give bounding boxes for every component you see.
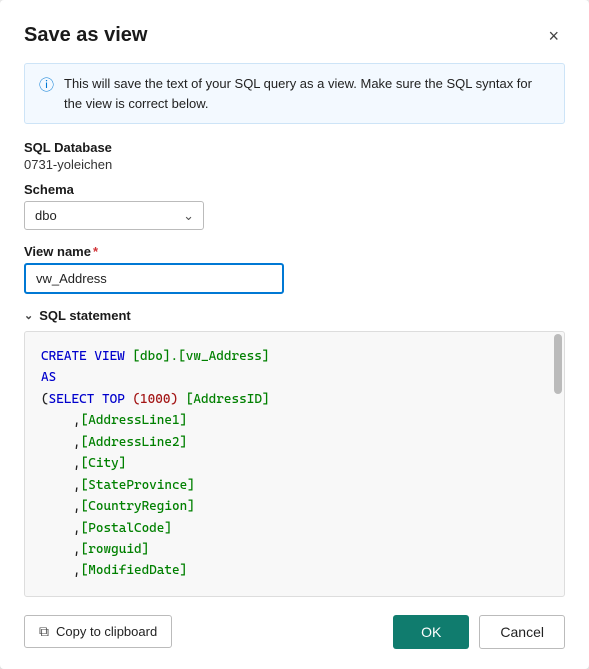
ident-addressid: [AddressID] bbox=[186, 392, 270, 407]
copy-label: Copy to clipboard bbox=[56, 624, 157, 639]
sql-line-9: ,[PostalCode] bbox=[41, 518, 548, 539]
sql-line-3: (SELECT TOP (1000) [AddressID] bbox=[41, 389, 548, 410]
sql-code-box: CREATE VIEW [dbo].[vw_Address] AS (SELEC… bbox=[24, 331, 565, 597]
ok-button[interactable]: OK bbox=[393, 615, 469, 649]
scrollbar[interactable] bbox=[554, 334, 562, 394]
sql-line-8: ,[CountryRegion] bbox=[41, 496, 548, 517]
info-text: This will save the text of your SQL quer… bbox=[64, 74, 550, 113]
dialog-title: Save as view bbox=[24, 24, 147, 47]
required-star: * bbox=[93, 244, 98, 259]
schema-select-wrapper: dbo guest sys ⌄ bbox=[24, 201, 204, 230]
keyword-as: AS bbox=[41, 370, 56, 385]
db-label: SQL Database bbox=[24, 140, 565, 155]
dialog-footer: ⧉ Copy to clipboard OK Cancel bbox=[24, 615, 565, 649]
paren-open: ( bbox=[41, 392, 49, 407]
sql-line-4: ,[AddressLine1] bbox=[41, 410, 548, 431]
comma-1: , bbox=[73, 413, 81, 428]
view-name-input[interactable] bbox=[24, 263, 284, 294]
keyword-view: VIEW bbox=[94, 349, 124, 364]
comma-7: , bbox=[73, 542, 81, 557]
info-box: ⓘ This will save the text of your SQL qu… bbox=[24, 63, 565, 124]
info-icon: ⓘ bbox=[39, 75, 54, 98]
schema-select[interactable]: dbo guest sys bbox=[24, 201, 204, 230]
sql-section-header[interactable]: ⌄ SQL statement bbox=[24, 308, 565, 323]
keyword-select: SELECT bbox=[49, 392, 95, 407]
comma-8: , bbox=[73, 563, 81, 578]
copy-icon: ⧉ bbox=[39, 623, 49, 640]
comma-6: , bbox=[73, 521, 81, 536]
keyword-create: CREATE bbox=[41, 349, 87, 364]
chevron-down-icon: ⌄ bbox=[24, 309, 33, 322]
comma-3: , bbox=[73, 456, 81, 471]
copy-to-clipboard-button[interactable]: ⧉ Copy to clipboard bbox=[24, 615, 172, 648]
sql-line-5: ,[AddressLine2] bbox=[41, 432, 548, 453]
sql-line-6: ,[City] bbox=[41, 453, 548, 474]
sql-line-11: ,[ModifiedDate] bbox=[41, 560, 548, 581]
schema-label: Schema bbox=[24, 182, 565, 197]
sql-line-10: ,[rowguid] bbox=[41, 539, 548, 560]
ident-view: [dbo].[vw_Address] bbox=[132, 349, 269, 364]
sql-line-7: ,[StateProvince] bbox=[41, 475, 548, 496]
action-buttons: OK Cancel bbox=[393, 615, 565, 649]
sql-line-1: CREATE VIEW [dbo].[vw_Address] bbox=[41, 346, 548, 367]
num-1000: (1000) bbox=[132, 392, 178, 407]
save-as-view-dialog: Save as view × ⓘ This will save the text… bbox=[0, 0, 589, 669]
comma-4: , bbox=[73, 478, 81, 493]
view-name-label: View name* bbox=[24, 244, 565, 259]
db-value: 0731-yoleichen bbox=[24, 157, 565, 172]
cancel-button[interactable]: Cancel bbox=[479, 615, 565, 649]
sql-line-2: AS bbox=[41, 367, 548, 388]
sql-section-label: SQL statement bbox=[39, 308, 131, 323]
close-button[interactable]: × bbox=[542, 25, 565, 47]
comma-5: , bbox=[73, 499, 81, 514]
keyword-top: TOP bbox=[102, 392, 125, 407]
comma-2: , bbox=[73, 435, 81, 450]
dialog-header: Save as view × bbox=[24, 24, 565, 47]
